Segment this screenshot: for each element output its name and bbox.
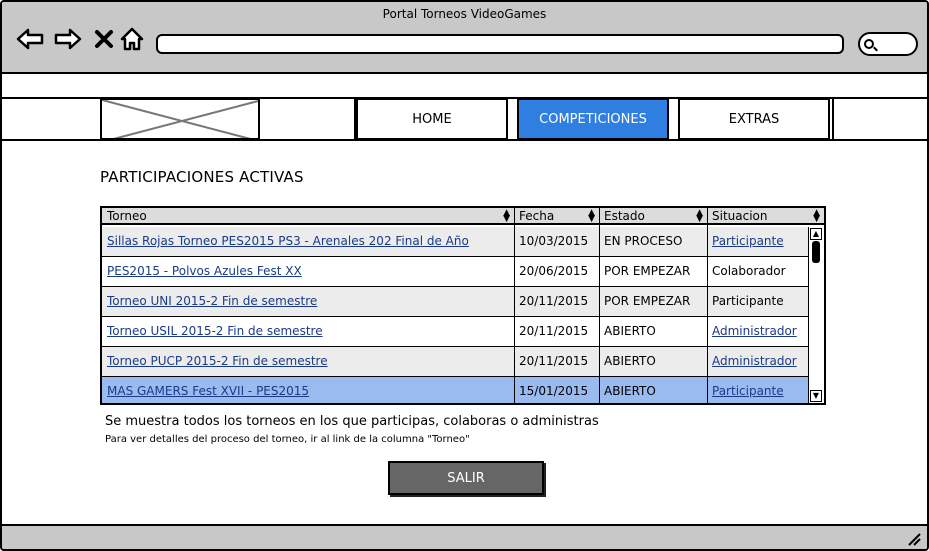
- forward-arrow-icon[interactable]: [54, 26, 82, 52]
- column-header-fecha[interactable]: Fecha ▲ ▼: [514, 208, 599, 225]
- nav-item-competiciones[interactable]: COMPETICIONES: [517, 98, 669, 140]
- logo-placeholder-image: [100, 98, 260, 140]
- table-header: Torneo ▲ ▼ Fecha ▲ ▼ Estado ▲ ▼ Situacion ▲…: [102, 208, 824, 225]
- cell-fecha: 20/11/2015: [519, 354, 589, 368]
- column-header-label: Torneo: [107, 209, 147, 223]
- cell-situacion-link[interactable]: Participante: [707, 377, 808, 403]
- column-header-situacion[interactable]: Situacion ▲ ▼: [707, 208, 824, 225]
- table-row[interactable]: Torneo USIL 2015-2 Fin de semestre 20/11/…: [102, 317, 808, 347]
- column-header-label: Situacion: [712, 209, 768, 223]
- table-description: Se muestra todos los torneos en los que …: [105, 414, 599, 429]
- column-divider: [599, 208, 600, 403]
- column-header-label: Estado: [604, 209, 645, 223]
- column-divider: [514, 208, 515, 403]
- cell-torneo-link[interactable]: Sillas Rojas Torneo PES2015 PS3 - Arenal…: [102, 227, 514, 256]
- table-row[interactable]: PES2015 - Polvos Azules Fest XX 20/06/201…: [102, 257, 808, 287]
- section-title: PARTICIPACIONES ACTIVAS: [100, 168, 304, 186]
- cell-situacion: Participante: [712, 294, 784, 308]
- column-header-label: Fecha: [519, 209, 555, 223]
- scroll-thumb[interactable]: [812, 241, 820, 263]
- cell-torneo-link[interactable]: Torneo USIL 2015-2 Fin de semestre: [102, 317, 514, 346]
- search-field[interactable]: [858, 32, 918, 56]
- nav-item-home[interactable]: HOME: [356, 98, 508, 140]
- cell-fecha: 20/11/2015: [519, 324, 589, 338]
- table-row[interactable]: Torneo UNI 2015-2 Fin de semestre 20/11/2…: [102, 287, 808, 317]
- sort-icon: ▲ ▼: [813, 208, 820, 224]
- column-divider: [707, 208, 708, 403]
- browser-toolbar: Portal Torneos VideoGames: [2, 2, 927, 74]
- cell-torneo-link[interactable]: Torneo UNI 2015-2 Fin de semestre: [102, 287, 514, 316]
- column-header-estado[interactable]: Estado ▲ ▼: [599, 208, 707, 225]
- table-row[interactable]: Torneo PUCP 2015-2 Fin de semestre 20/11/…: [102, 347, 808, 377]
- search-icon: [864, 39, 874, 49]
- cell-situacion-link[interactable]: Participante: [707, 227, 808, 256]
- table-scrollbar[interactable]: ▲ ▼: [808, 227, 824, 403]
- cell-estado: ABIERTO: [604, 354, 656, 368]
- sort-icon: ▲ ▼: [503, 208, 510, 224]
- back-arrow-icon[interactable]: [16, 26, 44, 52]
- exit-button[interactable]: SALIR: [388, 461, 544, 495]
- cell-situacion-link[interactable]: Administrador: [707, 347, 808, 376]
- resize-grip-icon[interactable]: [907, 532, 921, 546]
- nav-item-extras[interactable]: EXTRAS: [678, 98, 830, 140]
- cell-fecha: 10/03/2015: [519, 234, 589, 248]
- browser-window: Portal Torneos VideoGames HOME COMPETICI…: [0, 0, 929, 551]
- scroll-up-icon[interactable]: ▲: [810, 228, 822, 240]
- scroll-down-icon[interactable]: ▼: [810, 390, 822, 402]
- cell-situacion: Colaborador: [712, 264, 786, 278]
- window-title: Portal Torneos VideoGames: [382, 7, 547, 21]
- cell-estado: EN PROCESO: [604, 234, 683, 248]
- table-hint: Para ver detalles del proceso del torneo…: [105, 434, 470, 445]
- cell-estado: POR EMPEZAR: [604, 264, 691, 278]
- cell-fecha: 20/11/2015: [519, 294, 589, 308]
- cell-estado: ABIERTO: [604, 384, 656, 398]
- address-bar[interactable]: [156, 34, 844, 54]
- nav-divider: [832, 98, 834, 140]
- cell-estado: POR EMPEZAR: [604, 294, 691, 308]
- cell-situacion-link[interactable]: Administrador: [707, 317, 808, 346]
- cell-fecha: 20/06/2015: [519, 264, 589, 278]
- cell-estado: ABIERTO: [604, 324, 656, 338]
- sort-icon: ▲ ▼: [696, 208, 703, 224]
- close-icon[interactable]: [90, 26, 118, 52]
- sort-icon: ▲ ▼: [588, 208, 595, 224]
- table-row[interactable]: MAS GAMERS Fest XVII - PES2015 15/01/2015…: [102, 377, 808, 403]
- cell-fecha: 15/01/2015: [519, 384, 589, 398]
- cell-torneo-link[interactable]: PES2015 - Polvos Azules Fest XX: [102, 257, 514, 286]
- table-row[interactable]: Sillas Rojas Torneo PES2015 PS3 - Arenal…: [102, 227, 808, 257]
- status-bar: [2, 524, 927, 549]
- participations-table: Torneo ▲ ▼ Fecha ▲ ▼ Estado ▲ ▼ Situacion ▲…: [100, 206, 826, 405]
- cell-torneo-link[interactable]: MAS GAMERS Fest XVII - PES2015: [102, 377, 514, 403]
- home-icon[interactable]: [118, 26, 146, 52]
- cell-torneo-link[interactable]: Torneo PUCP 2015-2 Fin de semestre: [102, 347, 514, 376]
- column-header-torneo[interactable]: Torneo ▲ ▼: [102, 208, 514, 225]
